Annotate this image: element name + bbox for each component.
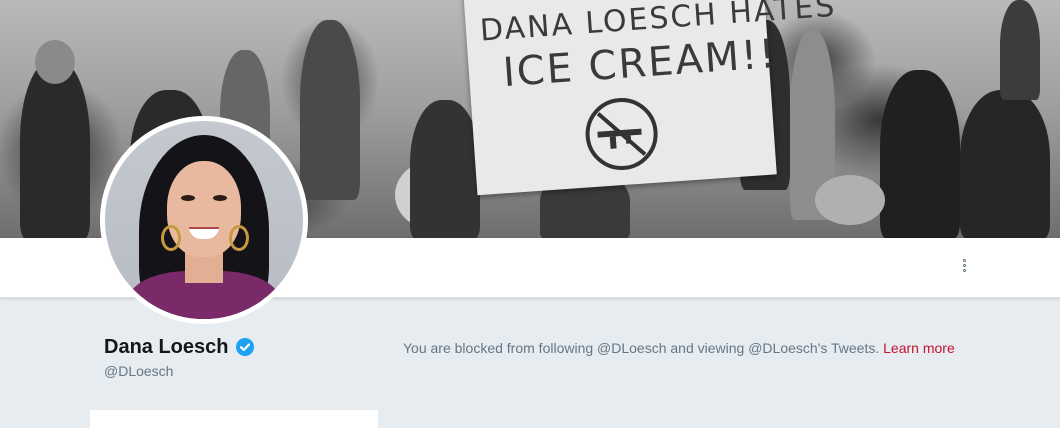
avatar[interactable] <box>100 116 308 324</box>
crowd-head <box>815 175 885 225</box>
crowd-figure <box>1000 0 1040 100</box>
avatar-earring <box>161 225 181 251</box>
crowd-figure <box>880 70 960 238</box>
blocked-message: You are blocked from following @DLoesch … <box>403 340 955 356</box>
blocked-text: You are blocked from following @DLoesch … <box>403 340 880 356</box>
profile-sidebar-card <box>90 410 378 428</box>
screen-name[interactable]: @DLoesch <box>104 363 173 379</box>
no-gun-icon <box>583 95 661 173</box>
avatar-eye <box>181 195 195 201</box>
avatar-eye <box>213 195 227 201</box>
crowd-head <box>35 40 75 84</box>
protest-sign: DANA LOESCH HATES ICE CREAM!! <box>463 0 837 196</box>
avatar-earring <box>229 225 249 251</box>
avatar-mouth <box>189 227 219 239</box>
crowd-figure <box>410 100 480 238</box>
verified-badge-icon <box>236 338 254 356</box>
avatar-photo <box>105 121 303 319</box>
crowd-figure <box>20 60 90 238</box>
crowd-figure <box>960 90 1050 238</box>
more-vertical-icon[interactable] <box>957 258 971 278</box>
crowd-figure <box>300 20 360 200</box>
learn-more-link[interactable]: Learn more <box>883 340 955 356</box>
display-name[interactable]: Dana Loesch <box>104 336 228 359</box>
